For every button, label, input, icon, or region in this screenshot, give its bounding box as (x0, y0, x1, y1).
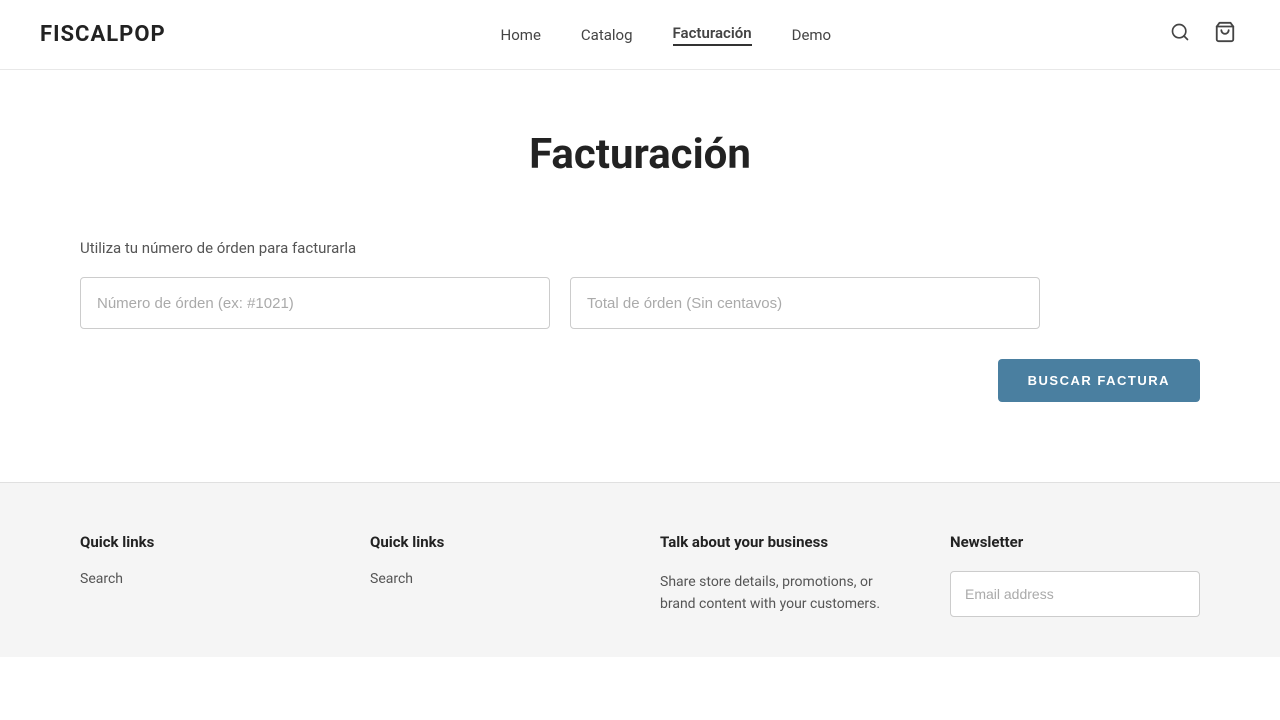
header-icons (1166, 17, 1240, 53)
footer-col3-heading: Talk about your business (660, 533, 910, 551)
site-header: FISCALPOP Home Catalog Facturación Demo (0, 0, 1280, 70)
footer-col4-heading: Newsletter (950, 533, 1200, 551)
page-title: Facturación (80, 130, 1200, 179)
order-number-input[interactable] (80, 277, 550, 329)
footer-col3: Talk about your business Share store det… (660, 533, 910, 617)
footer-col1-heading: Quick links (80, 533, 330, 551)
footer-col1-link-search[interactable]: Search (80, 571, 330, 587)
newsletter-email-input[interactable] (950, 571, 1200, 617)
invoice-form-row (80, 277, 1200, 329)
search-icon (1170, 22, 1190, 42)
cart-icon (1214, 21, 1236, 43)
nav-catalog[interactable]: Catalog (581, 26, 633, 44)
search-icon-button[interactable] (1166, 18, 1194, 52)
brand-logo: FISCALPOP (40, 22, 166, 47)
nav-facturacion[interactable]: Facturación (673, 24, 752, 46)
footer-col2-link-search[interactable]: Search (370, 571, 620, 587)
buscar-btn-row: BUSCAR FACTURA (80, 359, 1200, 402)
site-footer: Quick links Search Quick links Search Ta… (0, 482, 1280, 657)
footer-col1: Quick links Search (80, 533, 330, 617)
buscar-factura-button[interactable]: BUSCAR FACTURA (998, 359, 1200, 402)
footer-col2-heading: Quick links (370, 533, 620, 551)
footer-grid: Quick links Search Quick links Search Ta… (80, 533, 1200, 617)
form-subtitle: Utiliza tu número de órden para facturar… (80, 239, 1200, 257)
main-content: Facturación Utiliza tu número de órden p… (0, 70, 1280, 482)
footer-col4: Newsletter (950, 533, 1200, 617)
footer-col3-body: Share store details, promotions, or bran… (660, 571, 910, 616)
main-nav: Home Catalog Facturación Demo (501, 24, 832, 46)
nav-home[interactable]: Home (501, 26, 541, 44)
cart-icon-button[interactable] (1210, 17, 1240, 53)
order-total-input[interactable] (570, 277, 1040, 329)
nav-demo[interactable]: Demo (792, 26, 832, 44)
footer-col2: Quick links Search (370, 533, 620, 617)
